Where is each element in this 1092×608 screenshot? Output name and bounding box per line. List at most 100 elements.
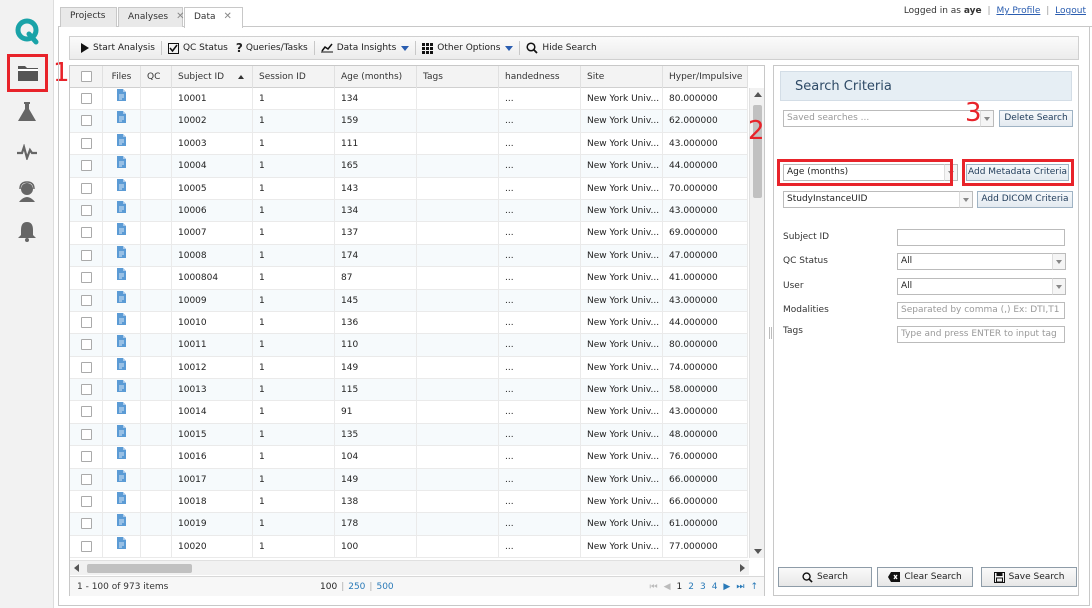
file-icon[interactable] [103,199,141,222]
file-icon[interactable] [103,446,141,469]
table-row[interactable]: 10012 1 149... New York Univ... 74.000000 [70,356,748,380]
clear-search-button[interactable]: Clear Search [877,567,973,587]
chevron-down-icon[interactable] [1052,278,1066,295]
select-all-checkbox[interactable] [70,66,103,88]
first-page-icon[interactable]: ⏮ [649,582,657,592]
next-page-icon[interactable]: ▶ [723,582,730,592]
column-header-handedness[interactable]: handedness [499,66,581,88]
row-checkbox[interactable] [70,222,103,245]
row-checkbox[interactable] [70,401,103,424]
table-row[interactable]: 10020 1 100... New York Univ... 77.000000 [70,535,748,558]
queries-tasks-button[interactable]: ? Queries/Tasks [232,41,312,55]
chevron-down-icon[interactable] [980,110,994,127]
file-icon[interactable] [103,222,141,245]
row-checkbox[interactable] [70,267,103,290]
file-icon[interactable] [103,132,141,155]
row-checkbox[interactable] [70,379,103,402]
table-row[interactable]: 10001 1 134... New York Univ... 80.000000 [70,88,748,111]
file-icon[interactable] [103,177,141,200]
column-header-qc[interactable]: QC [141,66,172,88]
column-header-session-id[interactable]: Session ID [253,66,335,88]
column-header-site[interactable]: Site [581,66,663,88]
file-icon[interactable] [103,267,141,290]
table-row[interactable]: 10002 1 159... New York Univ... 62.000000 [70,110,748,133]
page-size-100[interactable]: 100 [320,582,337,592]
last-page-icon[interactable]: ⏭ [736,582,744,592]
other-options-button[interactable]: Other Options [418,42,517,54]
logout-link[interactable]: Logout [1055,6,1086,16]
file-icon[interactable] [103,155,141,178]
file-icon[interactable] [103,535,141,558]
close-icon[interactable]: ✕ [224,11,232,22]
file-icon[interactable] [103,110,141,133]
table-row[interactable]: 10011 1 110... New York Univ... 80.000000 [70,334,748,357]
column-header-hyper-impulsive[interactable]: Hyper/Impulsive [663,66,748,88]
row-checkbox[interactable] [70,446,103,469]
tags-input[interactable]: Type and press ENTER to input tag [897,326,1065,343]
row-checkbox[interactable] [70,311,103,334]
my-profile-link[interactable]: My Profile [996,6,1040,16]
row-checkbox[interactable] [70,132,103,155]
folder-icon[interactable] [7,54,48,92]
table-row[interactable]: 10006 1 134... New York Univ... 43.000000 [70,199,748,223]
row-checkbox[interactable] [70,334,103,357]
pulse-icon[interactable] [10,137,44,167]
file-icon[interactable] [103,423,141,446]
row-checkbox[interactable] [70,491,103,514]
file-icon[interactable] [103,311,141,334]
page-3[interactable]: 3 [700,582,706,592]
row-checkbox[interactable] [70,356,103,379]
file-icon[interactable] [103,289,141,312]
table-row[interactable]: 10015 1 135... New York Univ... 48.000000 [70,423,748,447]
file-icon[interactable] [103,401,141,424]
row-checkbox[interactable] [70,110,103,133]
search-button[interactable]: Search [778,567,872,587]
page-2[interactable]: 2 [688,582,694,592]
delete-search-button[interactable]: Delete Search [999,110,1073,127]
q-logo-icon[interactable] [10,16,44,46]
table-row[interactable]: 10018 1 138... New York Univ... 66.000000 [70,491,748,514]
flask-icon[interactable] [10,97,44,127]
file-icon[interactable] [103,379,141,402]
data-insights-button[interactable]: Data Insights [317,43,414,53]
chevron-down-icon[interactable] [1052,253,1066,270]
column-header-tags[interactable]: Tags [417,66,499,88]
row-checkbox[interactable] [70,88,103,110]
row-checkbox[interactable] [70,513,103,536]
file-icon[interactable] [103,88,141,110]
prev-page-icon[interactable]: ◀ [664,582,671,592]
table-row[interactable]: 10004 1 165... New York Univ... 44.000000 [70,155,748,178]
tab-analyses[interactable]: Analyses ✕ [118,7,185,27]
page-size-250[interactable]: 250 [348,582,365,592]
save-search-button[interactable]: Save Search [981,567,1077,587]
tab-data[interactable]: Data ✕ [184,7,243,28]
table-row[interactable]: 10016 1 104... New York Univ... 76.000000 [70,446,748,469]
table-row[interactable]: 10005 1 143... New York Univ... 70.000000 [70,177,748,200]
file-icon[interactable] [103,356,141,379]
column-header-age[interactable]: Age (months) [335,66,417,88]
column-header-subject-id[interactable]: Subject ID [172,66,253,88]
file-icon[interactable] [103,513,141,536]
qc-status-select[interactable]: All [897,253,1053,270]
modalities-input[interactable]: Separated by comma (,) Ex: DTI,T1 [897,302,1065,319]
page-size-500[interactable]: 500 [376,582,393,592]
row-checkbox[interactable] [70,199,103,222]
page-4[interactable]: 4 [712,582,718,592]
table-row[interactable]: 10009 1 145... New York Univ... 43.000000 [70,289,748,312]
splitter-handle[interactable] [769,327,772,339]
chevron-down-icon[interactable] [959,191,973,208]
start-analysis-button[interactable]: Start Analysis [76,43,159,53]
table-row[interactable]: 10017 1 149... New York Univ... 66.000000 [70,468,748,492]
vertical-scrollbar[interactable] [749,88,764,558]
file-icon[interactable] [103,244,141,267]
hide-search-button[interactable]: Hide Search [522,42,600,54]
bell-icon[interactable] [10,216,44,246]
tab-projects[interactable]: Projects [60,7,117,27]
table-row[interactable]: 10014 1 91... New York Univ... 43.000000 [70,401,748,424]
dicom-field-select[interactable]: StudyInstanceUID [783,191,960,208]
user-select[interactable]: All [897,278,1053,295]
table-row[interactable]: 10008 1 174... New York Univ... 47.000000 [70,244,748,268]
table-row[interactable]: 10019 1 178... New York Univ... 61.000000 [70,513,748,536]
scroll-top-icon[interactable]: ↑ [750,582,758,592]
row-checkbox[interactable] [70,155,103,178]
